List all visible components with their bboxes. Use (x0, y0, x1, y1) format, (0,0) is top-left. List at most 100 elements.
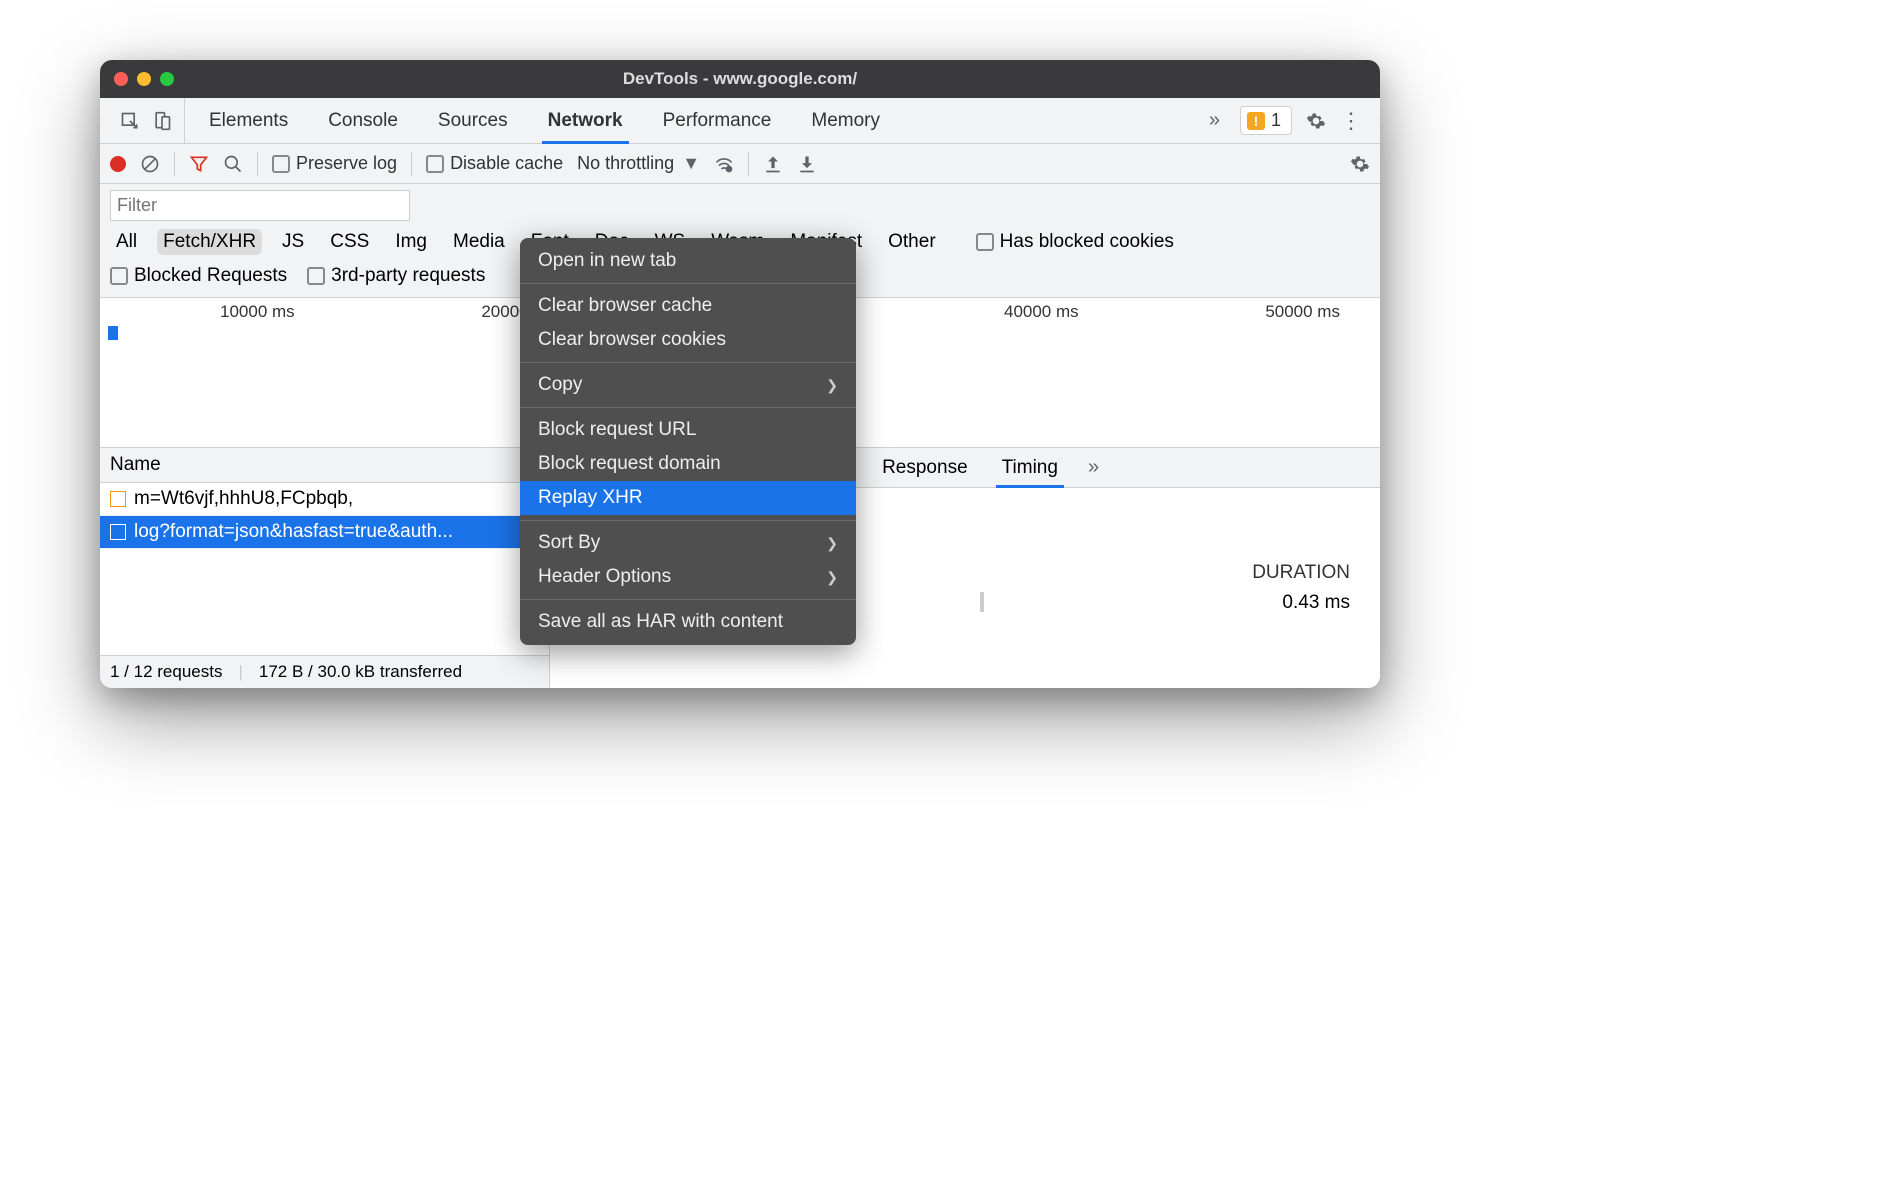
panel-tab-memory[interactable]: Memory (795, 98, 896, 143)
request-row[interactable]: m=Wt6vjf,hhhU8,FCpbqb, (100, 483, 549, 516)
request-name: m=Wt6vjf,hhhU8,FCpbqb, (134, 488, 353, 510)
filter-type-img[interactable]: Img (389, 229, 433, 255)
context-menu-item[interactable]: Save all as HAR with content (520, 605, 856, 639)
divider (174, 152, 175, 176)
request-type-icon (110, 491, 126, 507)
filter-type-fetchxhr[interactable]: Fetch/XHR (157, 229, 262, 255)
context-menu-item[interactable]: Sort By ❯ (520, 526, 856, 560)
filter-type-js[interactable]: JS (276, 229, 310, 255)
panel-tab-sources[interactable]: Sources (422, 98, 524, 143)
divider (748, 152, 749, 176)
minimize-window-button[interactable] (137, 72, 151, 86)
timeline-tick: 40000 ms (1004, 302, 1079, 322)
preserve-log-label: Preserve log (296, 153, 397, 174)
upload-har-icon[interactable] (763, 154, 783, 174)
panel-tabs-row: ElementsConsoleSourcesNetworkPerformance… (100, 98, 1380, 144)
context-menu: Open in new tab Clear browser cache Clear … (520, 238, 856, 645)
network-toolbar: Preserve log Disable cache No throttling… (100, 144, 1380, 184)
filter-type-all[interactable]: All (110, 229, 143, 255)
clear-icon[interactable] (140, 154, 160, 174)
chevron-right-icon: ❯ (826, 377, 838, 394)
search-icon[interactable] (223, 154, 243, 174)
panel-tab-elements[interactable]: Elements (193, 98, 304, 143)
requests-count: 1 / 12 requests (110, 662, 222, 682)
context-menu-label: Save all as HAR with content (538, 611, 783, 633)
issues-count: 1 (1271, 110, 1281, 131)
panel-tab-performance[interactable]: Performance (647, 98, 788, 143)
context-menu-label: Open in new tab (538, 250, 676, 272)
queueing-bar (980, 592, 984, 612)
filter-icon[interactable] (189, 154, 209, 174)
devtools-window: DevTools - www.google.com/ ElementsConso… (100, 60, 1380, 688)
panel-tab-network[interactable]: Network (532, 98, 639, 143)
filter-type-css[interactable]: CSS (324, 229, 375, 255)
window-title: DevTools - www.google.com/ (100, 69, 1380, 89)
network-conditions-icon[interactable] (714, 154, 734, 174)
context-menu-separator (520, 407, 856, 408)
filter-type-other[interactable]: Other (882, 229, 942, 255)
context-menu-item[interactable]: Block request URL (520, 413, 856, 447)
request-row[interactable]: log?format=json&hasfast=true&auth... (100, 516, 549, 549)
requests-pane: Name m=Wt6vjf,hhhU8,FCpbqb, log?format=js… (100, 448, 550, 688)
timeline-tick: 10000 ms (220, 302, 295, 322)
blocked-requests-label: Blocked Requests (134, 265, 287, 287)
context-menu-item[interactable]: Open in new tab (520, 244, 856, 278)
settings-icon[interactable] (1306, 111, 1326, 131)
detail-tab-timing[interactable]: Timing (988, 448, 1072, 487)
context-menu-separator (520, 599, 856, 600)
third-party-label: 3rd-party requests (331, 265, 485, 287)
blocked-requests-checkbox[interactable]: Blocked Requests (110, 265, 287, 287)
filter-input[interactable] (110, 190, 410, 221)
timeline-start-marker (108, 326, 118, 340)
timeline-tick: 50000 ms (1265, 302, 1340, 322)
issues-badge[interactable]: ! 1 (1240, 106, 1292, 135)
disable-cache-checkbox[interactable]: Disable cache (426, 153, 563, 174)
window-controls (114, 72, 174, 86)
request-type-icon (110, 524, 126, 540)
timing-duration-header: DURATION (1252, 562, 1350, 584)
context-menu-label: Block request domain (538, 453, 721, 475)
context-menu-item[interactable]: Copy ❯ (520, 368, 856, 402)
context-menu-item[interactable]: Clear browser cache (520, 289, 856, 323)
throttling-select[interactable]: No throttling ▼ (577, 153, 700, 174)
context-menu-label: Clear browser cookies (538, 329, 726, 351)
record-button[interactable] (110, 156, 126, 172)
context-menu-label: Block request URL (538, 419, 696, 441)
maximize-window-button[interactable] (160, 72, 174, 86)
context-menu-item[interactable]: Replay XHR (520, 481, 856, 515)
disable-cache-label: Disable cache (450, 153, 563, 174)
network-settings-icon[interactable] (1350, 154, 1370, 174)
divider (411, 152, 412, 176)
chevron-right-icon: ❯ (826, 535, 838, 552)
context-menu-separator (520, 520, 856, 521)
close-window-button[interactable] (114, 72, 128, 86)
requests-size: 172 B / 30.0 kB transferred (259, 662, 462, 682)
third-party-checkbox[interactable]: 3rd-party requests (307, 265, 485, 287)
chevron-right-icon: ❯ (826, 569, 838, 586)
context-menu-label: Replay XHR (538, 487, 643, 509)
context-menu-label: Clear browser cache (538, 295, 712, 317)
inspect-icon[interactable] (120, 111, 140, 131)
requests-header[interactable]: Name (100, 448, 549, 483)
more-detail-tabs-icon[interactable]: » (1078, 456, 1109, 479)
request-name: log?format=json&hasfast=true&auth... (134, 521, 453, 543)
detail-tab-response[interactable]: Response (868, 448, 982, 487)
filter-type-media[interactable]: Media (447, 229, 511, 255)
context-menu-separator (520, 283, 856, 284)
context-menu-item[interactable]: Block request domain (520, 447, 856, 481)
more-tabs-icon[interactable]: » (1199, 109, 1230, 132)
preserve-log-checkbox[interactable]: Preserve log (272, 153, 397, 174)
has-blocked-cookies-label: Has blocked cookies (1000, 231, 1174, 253)
warning-icon: ! (1247, 112, 1265, 130)
device-toggle-icon[interactable] (152, 111, 172, 131)
context-menu-label: Header Options (538, 566, 671, 588)
timing-queueing-value: 0.43 ms (1282, 592, 1350, 618)
has-blocked-cookies-checkbox[interactable]: Has blocked cookies (976, 231, 1174, 253)
context-menu-label: Copy (538, 374, 582, 396)
context-menu-item[interactable]: Header Options ❯ (520, 560, 856, 594)
context-menu-label: Sort By (538, 532, 600, 554)
download-har-icon[interactable] (797, 154, 817, 174)
titlebar: DevTools - www.google.com/ (100, 60, 1380, 98)
panel-tab-console[interactable]: Console (312, 98, 414, 143)
context-menu-item[interactable]: Clear browser cookies (520, 323, 856, 357)
